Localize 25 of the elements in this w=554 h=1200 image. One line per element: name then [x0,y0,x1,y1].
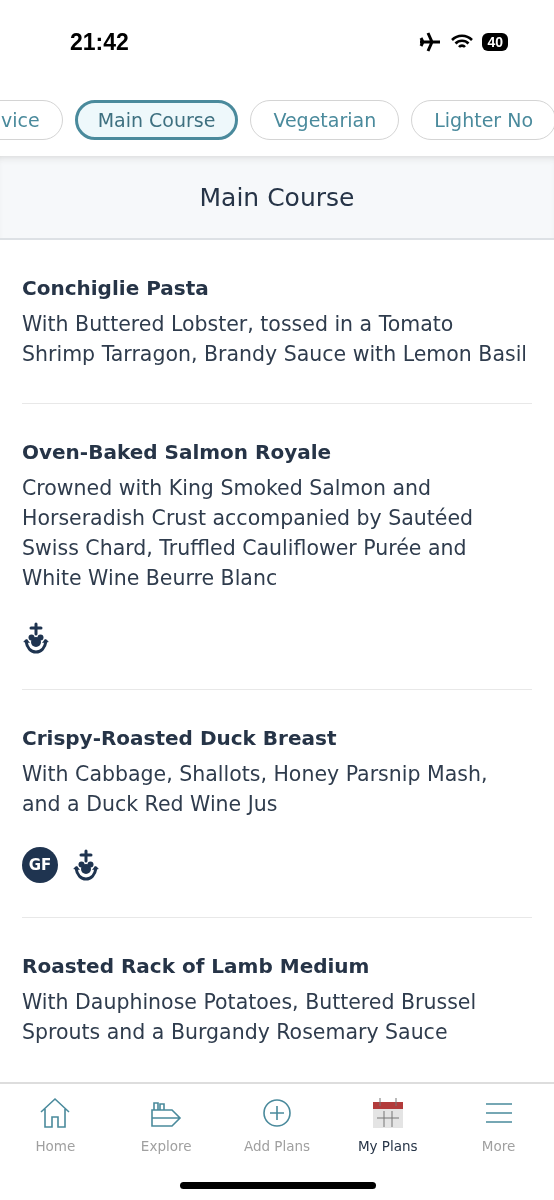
category-chip[interactable]: Vegetarian [250,100,400,140]
status-time: 21:42 [70,28,129,56]
dish-description: With Cabbage, Shallots, Honey Parsnip Mash, and a Duck Red Wine Jus [22,761,489,818]
category-chip[interactable]: Lighter No [411,100,554,140]
airplane-icon [418,31,443,53]
diet-badge: GF [22,847,58,883]
tab-bar-item[interactable]: More [443,1084,554,1200]
calendar-icon [370,1096,405,1130]
dish-description: Crowned with King Smoked Salmon and Horseradish Crust accompanied by Sautéed Swiss Chard, Truffled Cauliflower Purée and White Wine Beurre Blanc [22,475,475,592]
dish-name: Crispy-Roasted Duck Breast [22,726,338,750]
anchor-icon [72,848,100,882]
section-title: Main Course [199,182,355,212]
dish-name: Oven-Baked Salmon Royale [22,440,333,464]
add-icon [260,1096,294,1130]
tab-bar-item[interactable]: Add Plans [221,1084,333,1200]
category-chip[interactable]: Main Course [74,100,239,140]
dish-description: With Dauphinose Potatoes, Buttered Brussel Sprouts and a Burgandy Rosemary Sauce [22,989,478,1046]
dish-description: With Buttered Lobster, tossed in a Tomato Shrimp Tarragon, Brandy Sauce with Lemon Basil [22,311,529,368]
dish-name: Roasted Rack of Lamb Medium [22,954,371,978]
category-chip[interactable]: vice [0,100,63,140]
tab-bar-item[interactable]: Home [0,1084,111,1200]
dish-name: Conchiglie Pasta [22,276,210,300]
tab-bar-item[interactable]: Explore [110,1084,222,1200]
anchor-icon [22,621,50,655]
battery-level: 40 [482,33,508,51]
